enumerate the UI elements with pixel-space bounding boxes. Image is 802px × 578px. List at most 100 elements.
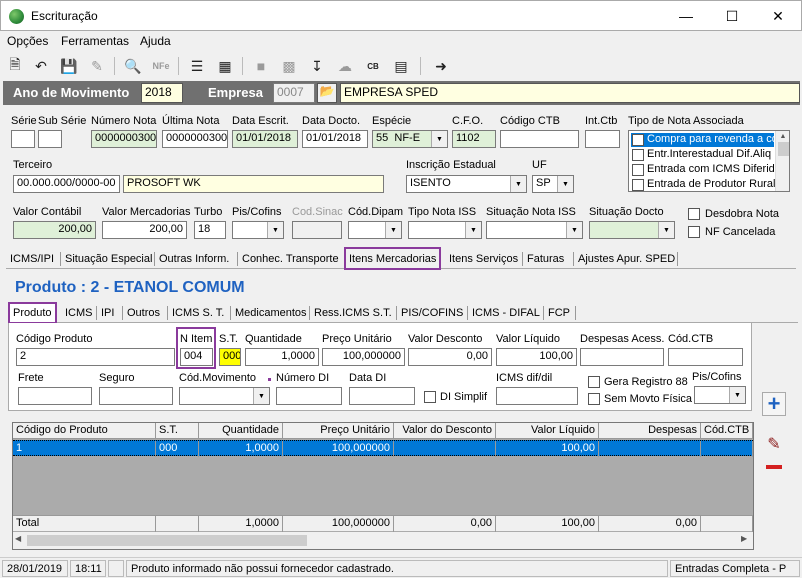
brush-icon[interactable]: ✎ xyxy=(86,55,108,77)
table-row[interactable]: 1 000 1,0000 100,000000 100,00 xyxy=(13,440,753,457)
tree-icon[interactable]: ☰ xyxy=(186,55,208,77)
new-icon[interactable]: 🗎 xyxy=(4,55,26,77)
exit-icon[interactable]: ➜ xyxy=(430,55,452,77)
frete-input[interactable] xyxy=(18,387,92,405)
subtab-produto[interactable]: Produto xyxy=(8,302,57,324)
print-icon[interactable]: ▩ xyxy=(278,55,300,77)
menu-ajuda[interactable]: Ajuda xyxy=(140,34,171,48)
download-icon[interactable]: ↧ xyxy=(306,55,328,77)
situacaodocto-select[interactable]: ▼ xyxy=(589,221,675,239)
undo-icon[interactable]: ↶ xyxy=(30,55,52,77)
piscofins-select[interactable]: ▼ xyxy=(694,386,746,404)
list-icon[interactable]: ▤ xyxy=(390,55,412,77)
close-button[interactable]: ✕ xyxy=(755,1,801,31)
disimplif-checkbox[interactable] xyxy=(424,391,436,403)
edit-item-button[interactable]: ✎ xyxy=(762,432,786,456)
tiponota-list[interactable]: Compra para revenda a co Entr.Interestad… xyxy=(628,130,790,192)
horizontal-scrollbar[interactable]: ◀ ▶ xyxy=(13,532,753,549)
scroll-right-icon[interactable]: ▶ xyxy=(741,534,747,543)
col-header[interactable]: Valor Líquido xyxy=(496,423,599,439)
subtab-icms[interactable]: ICMS xyxy=(62,304,96,324)
preco-input[interactable]: 100,000000 xyxy=(322,348,405,366)
tab-outras-inform[interactable]: Outras Inform. xyxy=(156,250,232,270)
list-item[interactable]: Entr.Interestadual Dif.Aliq xyxy=(647,148,771,160)
calc-icon[interactable]: ▦ xyxy=(214,55,236,77)
folder-open-icon[interactable]: 📂 xyxy=(317,83,337,103)
valcontabil-input[interactable]: 200,00 xyxy=(13,221,96,239)
col-header[interactable]: Preço Unitário xyxy=(283,423,394,439)
subtab-fcp[interactable]: FCP xyxy=(545,304,573,324)
seguro-input[interactable] xyxy=(99,387,173,405)
scrollbar-thumb[interactable] xyxy=(27,535,307,546)
subtab-outros[interactable]: Outros xyxy=(124,304,163,324)
nfcancelada-checkbox[interactable] xyxy=(688,226,700,238)
serie-input[interactable] xyxy=(11,130,35,148)
uf-select[interactable]: SP ▼ xyxy=(532,175,574,193)
scroll-left-icon[interactable]: ◀ xyxy=(15,534,21,543)
st-input[interactable]: 000 xyxy=(219,348,241,366)
numnota-input[interactable]: 0000000300 xyxy=(91,130,157,148)
subtab-pis-cofins[interactable]: PIS/COFINS xyxy=(398,304,466,324)
minimize-button[interactable]: — xyxy=(663,1,709,31)
checkbox[interactable] xyxy=(632,179,644,191)
menu-opcoes[interactable]: Opções xyxy=(7,34,48,48)
situacaoiss-select[interactable]: ▼ xyxy=(486,221,583,239)
cb-icon[interactable]: CB xyxy=(362,55,384,77)
tab-itens-servicos[interactable]: Itens Serviços xyxy=(446,250,521,270)
empresa-code[interactable]: 0007 xyxy=(273,83,315,103)
subtab-icms-st[interactable]: ICMS S. T. xyxy=(169,304,227,324)
intctb-input[interactable] xyxy=(585,130,620,148)
checkbox[interactable] xyxy=(632,164,644,176)
menu-ferramentas[interactable]: Ferramentas xyxy=(61,34,129,48)
list-item[interactable]: Entrada com ICMS Diferido xyxy=(647,163,781,175)
col-header[interactable]: Código do Produto xyxy=(13,423,156,439)
desc-input[interactable]: 0,00 xyxy=(408,348,492,366)
tab-conhec-transporte[interactable]: Conhec. Transporte xyxy=(239,250,342,270)
dataescr-input[interactable]: 01/01/2018 xyxy=(232,130,298,148)
checkbox[interactable] xyxy=(632,134,644,146)
desdobra-checkbox[interactable] xyxy=(688,208,700,220)
tab-situacao-especial[interactable]: Situação Especial xyxy=(62,250,155,270)
remove-item-button[interactable] xyxy=(762,457,786,477)
liquido-input[interactable]: 100,00 xyxy=(496,348,577,366)
save-icon[interactable]: 💾 xyxy=(58,55,80,77)
cloud-icon[interactable]: ☁ xyxy=(334,55,356,77)
terceiro-cnpj[interactable]: 00.000.000/0000-00 xyxy=(13,175,120,193)
piscofins-select[interactable]: ▼ xyxy=(232,221,284,239)
datadocto-input[interactable]: 01/01/2018 xyxy=(302,130,368,148)
list-item[interactable]: Entrada de Produtor Rural xyxy=(647,178,775,190)
preview-icon[interactable]: 🔍 xyxy=(122,55,144,77)
semmovto-checkbox[interactable] xyxy=(588,393,600,405)
tab-icms-ipi[interactable]: ICMS/IPI xyxy=(7,250,57,270)
numdi-input[interactable] xyxy=(276,387,342,405)
tab-faturas[interactable]: Faturas xyxy=(524,250,567,270)
gera-checkbox[interactable] xyxy=(588,376,600,388)
col-header[interactable]: Quantidade xyxy=(199,423,283,439)
folder-icon[interactable]: ■ xyxy=(250,55,272,77)
col-header[interactable]: Despesas xyxy=(599,423,701,439)
list-item[interactable]: Compra para revenda a co xyxy=(647,133,778,145)
datadi-input[interactable] xyxy=(349,387,415,405)
cfo-input[interactable]: 1102 xyxy=(452,130,496,148)
coddipam-select[interactable]: ▼ xyxy=(348,221,402,239)
col-header[interactable]: Cód.CTB xyxy=(701,423,753,439)
col-header[interactable]: S.T. xyxy=(156,423,199,439)
valmerc-input[interactable]: 200,00 xyxy=(102,221,187,239)
subtab-ipi[interactable]: IPI xyxy=(98,304,117,324)
col-header[interactable]: Valor do Desconto xyxy=(394,423,496,439)
subserie-input[interactable] xyxy=(38,130,62,148)
maximize-button[interactable]: ☐ xyxy=(709,1,755,31)
tiponotaiss-select[interactable]: ▼ xyxy=(408,221,482,239)
codmov-select[interactable]: ▼ xyxy=(179,387,270,405)
codprod-input[interactable]: 2 xyxy=(16,348,175,366)
nfe-icon[interactable]: NFe xyxy=(150,55,172,77)
especie-input[interactable]: 55 NF-E ▼ xyxy=(372,130,448,148)
icmsdif-input[interactable] xyxy=(496,387,578,405)
despesas-input[interactable] xyxy=(580,348,664,366)
inscr-select[interactable]: ISENTO ▼ xyxy=(406,175,527,193)
tab-itens-mercadorias[interactable]: Itens Mercadorias xyxy=(344,247,442,270)
ultnota-input[interactable]: 0000000300 xyxy=(162,130,228,148)
tab-ajustes-apur-sped[interactable]: Ajustes Apur. SPED xyxy=(575,250,678,270)
subtab-ress-icms-st[interactable]: Ress.ICMS S.T. xyxy=(311,304,395,324)
year-input[interactable]: 2018 xyxy=(141,83,183,103)
